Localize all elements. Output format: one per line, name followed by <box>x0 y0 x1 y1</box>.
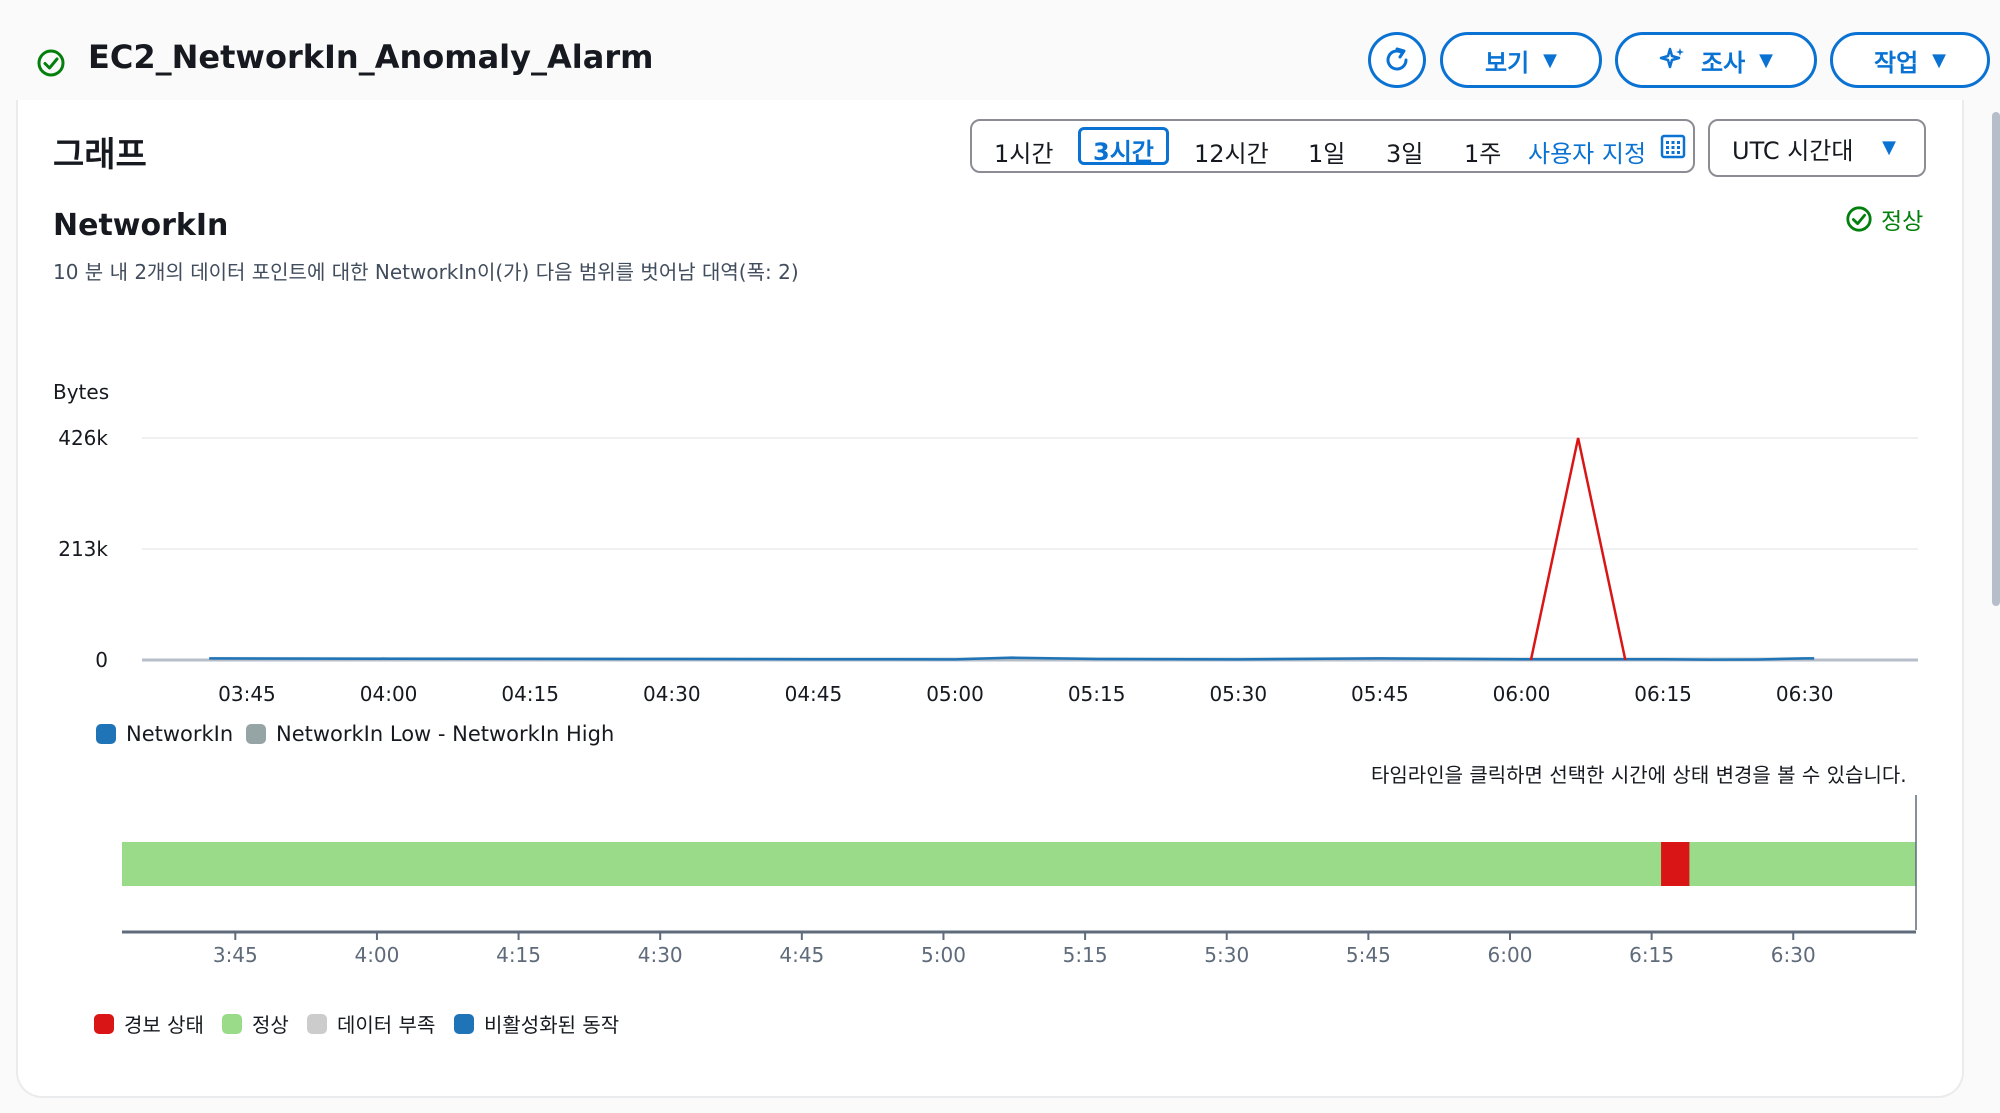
x-tick-label: 05:45 <box>1351 682 1409 706</box>
x-tick-label: 04:45 <box>785 682 843 706</box>
legend-label: NetworkIn <box>126 722 234 746</box>
timeline-tick-label: 5:30 <box>1204 943 1249 967</box>
timeline-tick-label: 4:00 <box>354 943 399 967</box>
timeline-hint: 타임라인을 클릭하면 선택한 시간에 상태 변경을 볼 수 있습니다. <box>1371 763 1907 787</box>
networkin-chart: Bytes 0 213k 426k 03:45 04:00 04:15 04:30 04:45 0… <box>53 380 1918 967</box>
x-tick-label: 03:45 <box>218 682 276 706</box>
legend-label: NetworkIn Low - NetworkIn High <box>276 722 615 746</box>
x-tick-label: 04:00 <box>360 682 418 706</box>
timeline-alarm-block <box>1661 842 1690 886</box>
legend-swatch <box>307 1013 327 1034</box>
legend-swatch <box>246 724 266 744</box>
timeline-ok-bar <box>122 842 1916 886</box>
legend-label: 정상 <box>252 1013 289 1037</box>
x-tick-label: 05:00 <box>926 682 984 706</box>
x-tick-label: 06:30 <box>1776 682 1834 706</box>
timeline-tick-label: 4:30 <box>638 943 683 967</box>
timeline-tick-label: 5:45 <box>1346 943 1391 967</box>
legend-networkin[interactable]: NetworkIn <box>96 722 233 746</box>
x-tick-label: 04:15 <box>501 682 559 706</box>
timeline-tick-label: 5:15 <box>1063 943 1108 967</box>
x-tick-label: 05:15 <box>1068 682 1126 706</box>
legend-swatch <box>94 1013 114 1034</box>
y-tick-label: 0 <box>95 648 108 672</box>
y-tick-label: 426k <box>58 426 108 450</box>
timeline-tick-label: 4:15 <box>496 943 541 967</box>
legend-label: 비활성화된 동작 <box>484 1013 620 1037</box>
timeline-tick-label: 6:30 <box>1771 943 1816 967</box>
legend-swatch <box>454 1013 474 1034</box>
timeline-tick-label: 3:45 <box>213 943 258 967</box>
y-axis-label: Bytes <box>53 380 109 404</box>
legend-label: 경보 상태 <box>124 1013 204 1037</box>
legend-band[interactable]: NetworkIn Low - NetworkIn High <box>246 722 614 746</box>
state-legend-disabled: 비활성화된 동작 <box>454 1009 619 1038</box>
state-legend-alarm: 경보 상태 <box>94 1009 204 1038</box>
timeline-tick-label: 6:15 <box>1629 943 1674 967</box>
x-tick-label: 04:30 <box>643 682 701 706</box>
state-legend-ok: 정상 <box>222 1009 289 1038</box>
x-tick-label: 06:15 <box>1634 682 1692 706</box>
x-tick-label: 05:30 <box>1209 682 1267 706</box>
timeline-tick-label: 4:45 <box>779 943 824 967</box>
legend-swatch <box>96 724 116 744</box>
y-tick-label: 213k <box>58 537 108 561</box>
x-tick-label: 06:00 <box>1493 682 1551 706</box>
state-legend-insufficient: 데이터 부족 <box>307 1009 435 1038</box>
legend-label: 데이터 부족 <box>337 1013 436 1037</box>
timeline-tick-label: 5:00 <box>921 943 966 967</box>
timeline-tick-label: 6:00 <box>1488 943 1533 967</box>
legend-swatch <box>222 1013 242 1034</box>
